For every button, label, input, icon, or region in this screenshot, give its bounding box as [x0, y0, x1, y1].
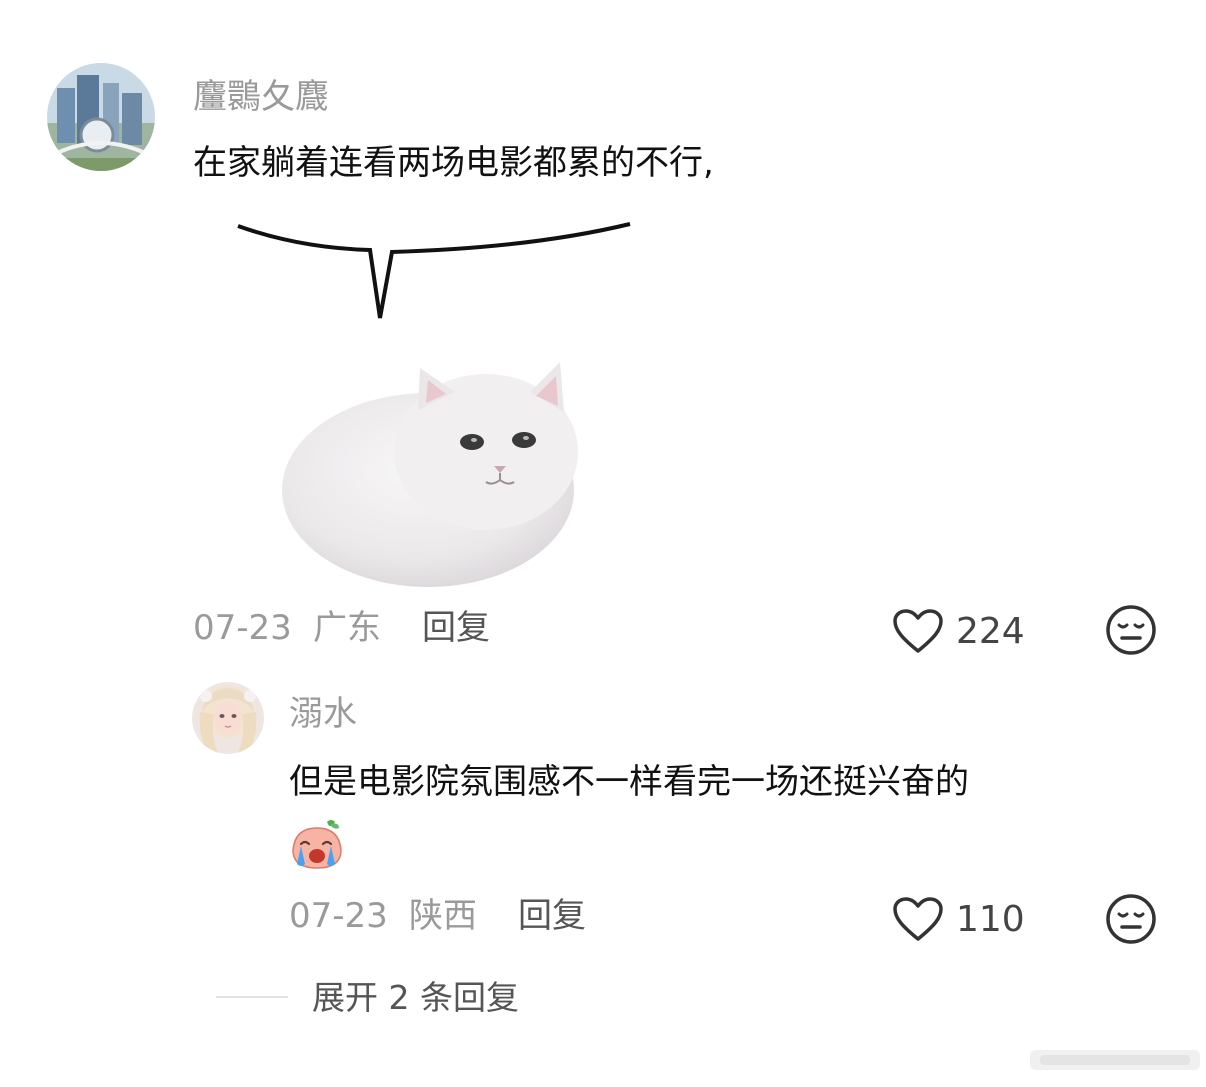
- expand-replies-button[interactable]: 展开 2 条回复: [312, 978, 519, 1018]
- comment-reply-button[interactable]: 回复: [422, 608, 490, 648]
- reply-date: 07-23: [289, 896, 388, 936]
- meh-face-icon[interactable]: [1104, 603, 1158, 657]
- comment-text: 在家躺着连看两场电影都累的不行,: [193, 143, 714, 183]
- replier-username[interactable]: 溺水: [289, 694, 357, 734]
- reply-text: 但是电影院氛围感不一样看完一场还挺兴奋的: [289, 762, 969, 802]
- reply-reply-button[interactable]: 回复: [518, 896, 586, 936]
- comment-date: 07-23: [193, 608, 292, 648]
- reply-location: 陕西: [409, 896, 477, 936]
- heart-icon: [892, 896, 944, 946]
- replier-avatar[interactable]: [192, 682, 264, 754]
- cat-sticker-image[interactable]: [230, 220, 650, 590]
- reply-like-button[interactable]: 110: [892, 894, 1032, 942]
- reply-like-count: 110: [956, 899, 1025, 940]
- crying-peach-emoji: [289, 816, 345, 872]
- commenter-username[interactable]: 麠䴉夂麙: [193, 77, 329, 117]
- comment-like-count: 224: [956, 611, 1025, 652]
- commenter-avatar[interactable]: [47, 63, 155, 171]
- meh-face-icon[interactable]: [1104, 892, 1158, 946]
- heart-icon: [892, 608, 944, 658]
- expand-divider: [216, 996, 288, 998]
- watermark: [1030, 1042, 1200, 1078]
- comment-location: 广东: [313, 608, 381, 648]
- comment-like-button[interactable]: 224: [892, 606, 1032, 654]
